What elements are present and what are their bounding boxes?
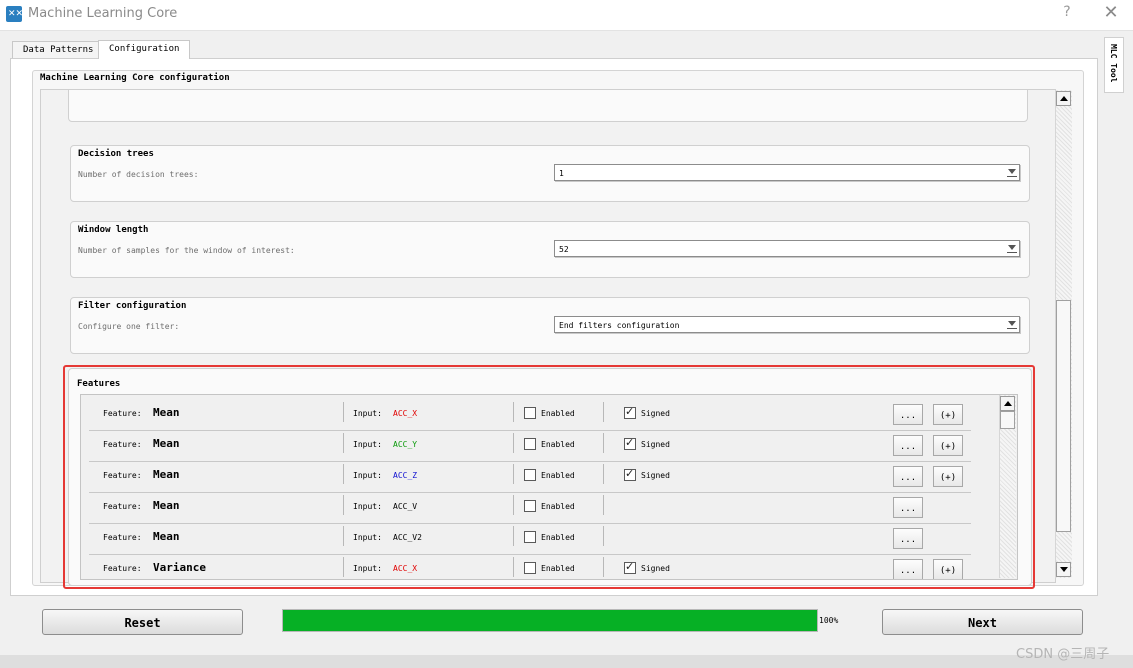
chevron-down-icon [1008,169,1016,174]
progress-text: 100% [819,616,839,625]
filter-config-group: Filter configuration Configure one filte… [70,297,1030,354]
config-scrollbar-thumb[interactable] [1056,300,1071,532]
decision-trees-value: 1 [559,169,564,178]
window-length-title: Window length [78,225,149,235]
close-button[interactable]: ✕ [1101,2,1121,23]
config-group-title: Machine Learning Core configuration [40,73,230,83]
chevron-down-icon [1008,321,1016,326]
window-title: Machine Learning Core [28,6,178,21]
decision-trees-label: Number of decision trees: [78,170,199,179]
decision-trees-dropdown[interactable]: 1 [554,164,1020,181]
progress-fill [283,610,817,631]
window-length-group: Window length Number of samples for the … [70,221,1030,278]
next-button[interactable]: Next [882,609,1083,635]
previous-group [68,90,1028,122]
tab-configuration[interactable]: Configuration [98,40,191,59]
side-tab-mlc-tool[interactable]: MLC Tool [1104,37,1124,93]
watermark: CSDN @三周子 [1016,647,1110,662]
window-length-dropdown[interactable]: 52 [554,240,1020,257]
reset-button[interactable]: Reset [42,609,243,635]
highlight-outline [63,365,1035,589]
decision-trees-title: Decision trees [78,149,154,159]
scroll-down-icon[interactable] [1056,562,1071,577]
help-button[interactable]: ? [1059,4,1075,20]
filter-config-label: Configure one filter: [78,322,180,331]
filter-config-title: Filter configuration [78,301,187,311]
filter-config-dropdown[interactable]: End filters configuration [554,316,1020,333]
tab-data-patterns[interactable]: Data Patterns [12,41,105,58]
title-bar: ✕✕ Machine Learning Core ? ✕ [0,0,1133,31]
scroll-up-icon[interactable] [1056,91,1071,106]
window-length-label: Number of samples for the window of inte… [78,246,295,255]
chevron-down-icon [1008,245,1016,250]
filter-config-value: End filters configuration [559,321,680,330]
bottom-strip [0,655,1133,668]
window-length-value: 52 [559,245,569,254]
progress-bar [282,609,818,632]
decision-trees-group: Decision trees Number of decision trees:… [70,145,1030,202]
side-tab-label: MLC Tool [1109,44,1118,83]
app-logo-icon: ✕✕ [6,6,23,22]
